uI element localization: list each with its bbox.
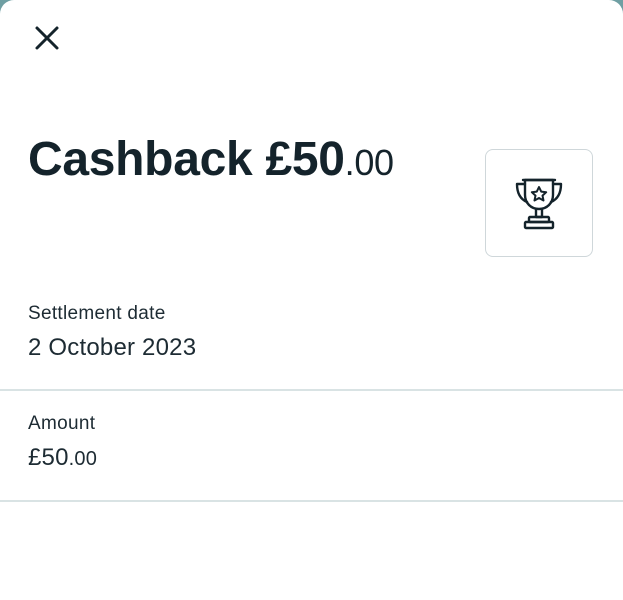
settlement-date-row: Settlement date 2 October 2023 xyxy=(0,290,623,390)
title-amount-decimal: .00 xyxy=(344,142,394,183)
trophy-badge xyxy=(485,149,593,257)
amount-label: Amount xyxy=(28,413,96,434)
trophy-star-icon xyxy=(515,178,563,230)
close-icon xyxy=(35,26,59,50)
settlement-date-value: 2 October 2023 xyxy=(28,334,197,361)
amount-row: Amount £50.00 xyxy=(0,400,623,500)
settlement-date-label: Settlement date xyxy=(28,303,166,324)
divider xyxy=(0,500,623,502)
cashback-detail-sheet: Cashback £50.00 Settlement date 2 Octobe… xyxy=(0,0,623,600)
page-title: Cashback £50.00 xyxy=(28,132,394,191)
amount-value: £50.00 xyxy=(28,444,97,472)
close-button[interactable] xyxy=(30,21,64,55)
title-amount-whole: £50 xyxy=(265,133,345,186)
title-prefix: Cashback xyxy=(28,133,253,186)
amount-value-whole: £50 xyxy=(28,444,69,471)
amount-value-decimal: .00 xyxy=(68,448,98,470)
divider xyxy=(0,389,623,391)
